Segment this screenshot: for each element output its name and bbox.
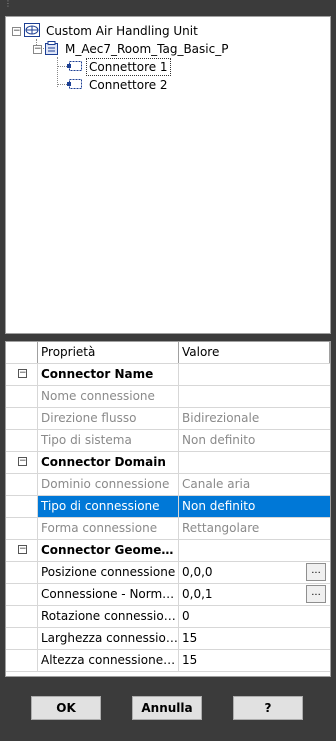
tree-node-root-label: Custom Air Handling Unit — [46, 24, 198, 38]
category-connector-name[interactable]: − Connector Name — [6, 364, 330, 386]
collapse-icon[interactable]: − — [33, 44, 42, 54]
property-row[interactable]: Connessione - Normale 0,0,1 ... — [6, 584, 330, 606]
property-row[interactable]: Tipo di sistema Non definito — [6, 430, 330, 452]
family-icon — [24, 22, 40, 40]
property-row[interactable]: Dominio connessione Canale aria — [6, 474, 330, 496]
collapse-icon[interactable]: − — [18, 457, 27, 466]
tag-icon — [45, 40, 59, 58]
value-field[interactable]: 15 — [179, 628, 330, 649]
tree-node-tag[interactable]: − M_Aec7_Room_Tag_Basic_P — [33, 40, 231, 58]
connector-icon — [67, 78, 83, 93]
property-row[interactable]: Forma connessione Rettangolare — [6, 518, 330, 540]
resize-grip[interactable]: ⋮ — [4, 0, 12, 14]
value-field[interactable]: 15 — [179, 650, 330, 671]
property-row[interactable]: Altezza connessione ret... 15 — [6, 650, 330, 672]
column-header-value[interactable]: Valore — [179, 342, 330, 363]
property-grid[interactable]: Proprietà Valore − Connector Name Nome c… — [5, 341, 331, 677]
collapse-icon[interactable]: − — [18, 369, 27, 378]
grid-header: Proprietà Valore — [6, 342, 330, 364]
tree-node-connector-1-label: Connettore 1 — [86, 58, 171, 76]
column-header-property[interactable]: Proprietà — [38, 342, 179, 363]
property-row[interactable]: Rotazione connessione 0 — [6, 606, 330, 628]
property-row-selected[interactable]: Tipo di connessione Non definito — [6, 496, 330, 518]
help-button[interactable]: ? — [233, 696, 303, 720]
cancel-button[interactable]: Annulla — [132, 696, 202, 720]
value-dropdown[interactable]: Non definito — [179, 496, 330, 517]
tree-node-connector-2[interactable]: Connettore 2 — [67, 76, 171, 94]
value-field[interactable]: 0 — [179, 606, 330, 627]
property-row[interactable]: Larghezza connessione ... 15 — [6, 628, 330, 650]
collapse-icon[interactable]: − — [18, 545, 27, 554]
property-row[interactable]: Posizione connessione 0,0,0 ... — [6, 562, 330, 584]
value-field[interactable]: 0,0,0 ... — [179, 562, 330, 583]
connector-icon — [67, 60, 83, 75]
value-field[interactable]: 0,0,1 ... — [179, 584, 330, 605]
ellipsis-button[interactable]: ... — [306, 585, 326, 603]
ellipsis-button[interactable]: ... — [306, 563, 326, 581]
property-row[interactable]: Nome connessione — [6, 386, 330, 408]
collapse-icon[interactable]: − — [12, 26, 21, 36]
tree-node-tag-label: M_Aec7_Room_Tag_Basic_P — [65, 42, 229, 56]
category-connector-geometry[interactable]: − Connector Geometry — [6, 540, 330, 562]
family-tree-view[interactable]: − Custom Air Handling Unit − M_Aec7_Room… — [5, 16, 331, 334]
tree-node-root[interactable]: − Custom Air Handling Unit — [12, 22, 201, 40]
property-row[interactable]: Direzione flusso Bidirezionale — [6, 408, 330, 430]
category-connector-domain[interactable]: − Connector Domain — [6, 452, 330, 474]
ok-button[interactable]: OK — [31, 696, 101, 720]
tree-node-connector-1[interactable]: Connettore 1 — [67, 58, 171, 76]
tree-node-connector-2-label: Connettore 2 — [89, 78, 168, 92]
